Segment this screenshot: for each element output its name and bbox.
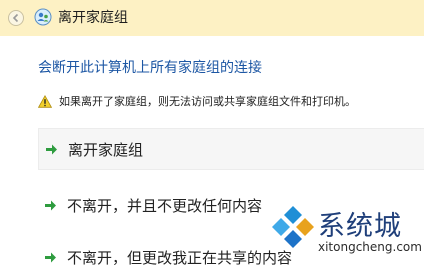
warning-message: 如果离开了家庭组，则无法访问或共享家庭组文件和打印机。 [38, 93, 356, 109]
watermark-url: xitongcheng.com [318, 240, 422, 254]
window-title: 离开家庭组 [58, 10, 128, 26]
watermark-logo-icon [272, 206, 314, 248]
option-label: 不离开，但更改我正在共享的内容 [67, 248, 293, 267]
leave-homegroup-option[interactable]: 离开家庭组 [38, 128, 424, 170]
option-label: 不离开，并且不更改任何内容 [67, 196, 263, 215]
option-label: 离开家庭组 [68, 140, 144, 159]
back-arrow-icon [12, 13, 19, 23]
title-bar: 离开家庭组 [0, 0, 424, 36]
green-arrow-icon [45, 252, 56, 262]
back-button[interactable] [8, 10, 24, 26]
homegroup-icon [34, 8, 52, 26]
green-arrow-icon [45, 200, 56, 210]
page-heading: 会断开此计算机上所有家庭组的连接 [38, 60, 262, 76]
warning-icon [38, 94, 52, 108]
warning-text: 如果离开了家庭组，则无法访问或共享家庭组文件和打印机。 [59, 95, 356, 108]
green-arrow-icon [46, 144, 57, 154]
watermark: 系统城 xitongcheng.com [268, 200, 424, 260]
watermark-brand: 系统城 [318, 211, 402, 242]
